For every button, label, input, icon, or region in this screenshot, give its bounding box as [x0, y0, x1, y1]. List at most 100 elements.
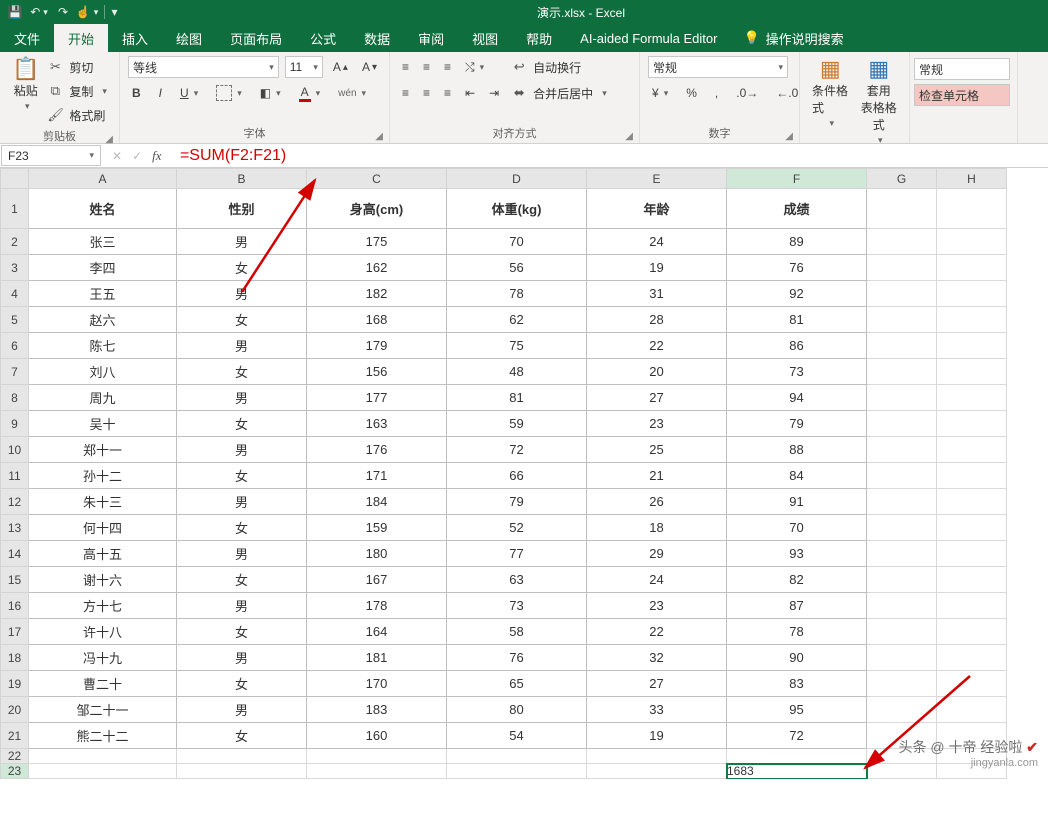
align-bottom-button[interactable]: ≡ [440, 58, 455, 76]
cell[interactable] [937, 645, 1007, 671]
dialog-launcher-icon[interactable]: ◢ [625, 131, 633, 142]
cell[interactable]: 58 [447, 619, 587, 645]
cell[interactable]: 男 [177, 229, 307, 255]
row-head[interactable]: 11 [1, 463, 29, 489]
cell[interactable]: 182 [307, 281, 447, 307]
cell[interactable]: 77 [447, 541, 587, 567]
cell[interactable] [867, 281, 937, 307]
cell[interactable]: 23 [587, 411, 727, 437]
cell[interactable]: 66 [447, 463, 587, 489]
cell[interactable] [587, 764, 727, 779]
increase-font-button[interactable]: A▴ [329, 58, 352, 76]
align-top-button[interactable]: ≡ [398, 58, 413, 76]
cell[interactable]: 张三 [29, 229, 177, 255]
cell[interactable]: 22 [587, 333, 727, 359]
cell[interactable]: 62 [447, 307, 587, 333]
align-center-button[interactable]: ≡ [419, 84, 434, 102]
cell[interactable] [937, 333, 1007, 359]
save-icon[interactable]: 💾 [8, 5, 22, 19]
cell[interactable]: 李四 [29, 255, 177, 281]
cell[interactable]: 男 [177, 281, 307, 307]
cell[interactable]: 72 [727, 723, 867, 749]
tab-formulas[interactable]: 公式 [296, 24, 350, 52]
italic-button[interactable]: I [155, 84, 166, 102]
copy-button[interactable]: ⧉复制▾ [47, 80, 107, 102]
cell[interactable] [867, 671, 937, 697]
cell[interactable]: 女 [177, 671, 307, 697]
cell[interactable]: 83 [727, 671, 867, 697]
qat-customize-icon[interactable]: ▾ [104, 5, 118, 19]
cell[interactable]: 熊二十二 [29, 723, 177, 749]
cell[interactable]: 168 [307, 307, 447, 333]
cell[interactable]: 78 [727, 619, 867, 645]
cell[interactable] [867, 189, 937, 229]
cell[interactable] [937, 411, 1007, 437]
cell[interactable]: 女 [177, 723, 307, 749]
cell[interactable]: 女 [177, 307, 307, 333]
cell[interactable]: 92 [727, 281, 867, 307]
row-head[interactable]: 3 [1, 255, 29, 281]
cell[interactable]: 周九 [29, 385, 177, 411]
row-head[interactable]: 18 [1, 645, 29, 671]
cell[interactable]: 方十七 [29, 593, 177, 619]
cell[interactable] [937, 567, 1007, 593]
cell[interactable]: 男 [177, 697, 307, 723]
cell[interactable]: 女 [177, 567, 307, 593]
cancel-formula-button[interactable]: ✕ [112, 149, 122, 163]
cell[interactable]: 女 [177, 463, 307, 489]
cell[interactable]: 吴十 [29, 411, 177, 437]
cell[interactable]: 80 [447, 697, 587, 723]
cell[interactable]: 邹二十一 [29, 697, 177, 723]
cell[interactable] [937, 697, 1007, 723]
cell[interactable] [177, 749, 307, 764]
row-head[interactable]: 20 [1, 697, 29, 723]
cell[interactable] [867, 463, 937, 489]
cell[interactable]: 男 [177, 645, 307, 671]
cell[interactable]: 女 [177, 255, 307, 281]
cell[interactable] [937, 307, 1007, 333]
cell[interactable]: 76 [727, 255, 867, 281]
cell[interactable] [587, 749, 727, 764]
row-head[interactable]: 8 [1, 385, 29, 411]
format-painter-button[interactable]: 🖌格式刷 [47, 104, 107, 126]
tab-home[interactable]: 开始 [54, 24, 108, 52]
underline-button[interactable]: U▾ [176, 84, 202, 102]
cell[interactable] [867, 593, 937, 619]
cell[interactable]: 183 [307, 697, 447, 723]
col-head-H[interactable]: H [937, 169, 1007, 189]
cell[interactable]: 84 [727, 463, 867, 489]
tell-me-search[interactable]: 💡 操作说明搜索 [731, 24, 855, 52]
row-head[interactable]: 6 [1, 333, 29, 359]
tab-file[interactable]: 文件 [0, 24, 54, 52]
cell[interactable] [867, 333, 937, 359]
font-color-button[interactable]: A▾ [295, 83, 325, 104]
cell[interactable]: 171 [307, 463, 447, 489]
cell[interactable] [177, 764, 307, 779]
cell[interactable]: 25 [587, 437, 727, 463]
cell[interactable]: 18 [587, 515, 727, 541]
cell[interactable] [447, 749, 587, 764]
cell[interactable]: 70 [447, 229, 587, 255]
border-button[interactable]: ▾ [212, 83, 246, 103]
cell[interactable]: 63 [447, 567, 587, 593]
cell[interactable] [937, 671, 1007, 697]
cell[interactable] [937, 189, 1007, 229]
cell[interactable]: 54 [447, 723, 587, 749]
tab-ai-formula[interactable]: AI-aided Formula Editor [566, 24, 731, 52]
tab-help[interactable]: 帮助 [512, 24, 566, 52]
cell[interactable] [937, 359, 1007, 385]
cell[interactable]: 王五 [29, 281, 177, 307]
row-head[interactable]: 5 [1, 307, 29, 333]
col-head-D[interactable]: D [447, 169, 587, 189]
row-head[interactable]: 22 [1, 749, 29, 764]
cell[interactable]: 26 [587, 489, 727, 515]
row-head[interactable]: 19 [1, 671, 29, 697]
row-head[interactable]: 4 [1, 281, 29, 307]
tab-data[interactable]: 数据 [350, 24, 404, 52]
cell[interactable]: 27 [587, 385, 727, 411]
cell[interactable]: 21 [587, 463, 727, 489]
align-left-button[interactable]: ≡ [398, 84, 413, 102]
cell[interactable]: 孙十二 [29, 463, 177, 489]
cell[interactable]: 22 [587, 619, 727, 645]
cell[interactable]: 48 [447, 359, 587, 385]
